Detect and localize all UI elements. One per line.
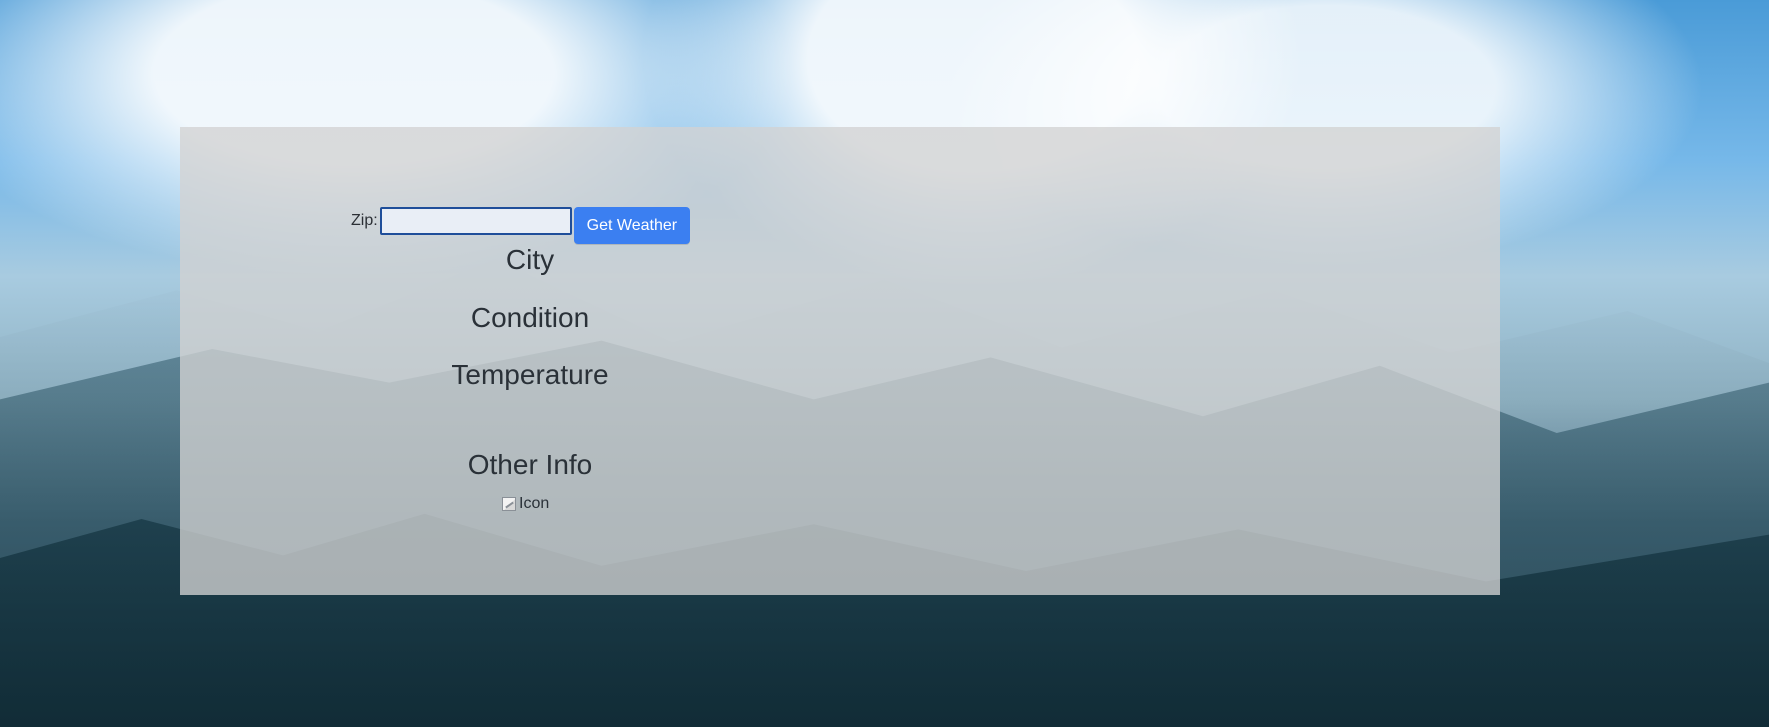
temperature-text: Temperature xyxy=(451,359,609,390)
get-weather-button[interactable]: Get Weather xyxy=(573,207,691,244)
zip-search-row: Zip: Get Weather xyxy=(351,207,691,244)
zip-label: Zip: xyxy=(351,212,378,229)
condition-text: Condition xyxy=(470,302,590,333)
weather-icon-alt-text: Icon xyxy=(519,495,550,512)
zip-input[interactable] xyxy=(379,207,572,235)
weather-icon-broken: Icon xyxy=(502,492,562,516)
other-info-text: Other Info xyxy=(467,449,593,480)
city-text: City xyxy=(505,244,555,275)
broken-image-icon xyxy=(502,497,516,511)
